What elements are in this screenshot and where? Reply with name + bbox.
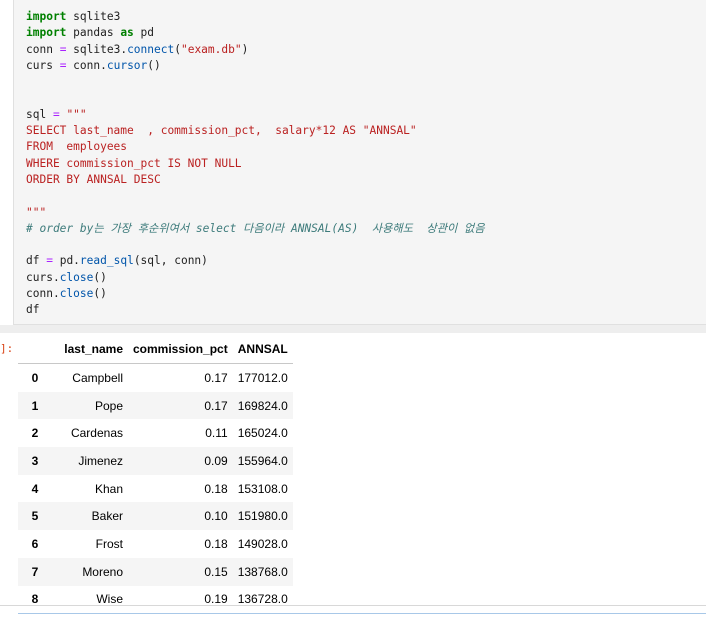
cell-last-name: Campbell xyxy=(72,370,123,385)
code-line-16: df = pd.read_sql(sql, conn) xyxy=(26,254,208,268)
cell-commission-pct: 0.17 xyxy=(204,398,228,413)
next-cell-border xyxy=(18,613,706,614)
cell-commission-pct: 0.10 xyxy=(204,509,228,524)
table-row: 4 Khan 0.18 153108.0 xyxy=(18,475,293,503)
cell-commission-pct: 0.11 xyxy=(205,426,228,441)
dataframe-table: last_name commission_pct ANNSAL 0 Campbe… xyxy=(18,335,293,613)
row-index: 8 xyxy=(31,592,39,607)
table-row: 3 Jimenez 0.09 155964.0 xyxy=(18,447,293,475)
cell-annsal: 177012.0 xyxy=(237,370,288,385)
code-line-19: df xyxy=(26,303,40,317)
sql-string-close: """ xyxy=(26,205,47,219)
cell-last-name: Jimenez xyxy=(78,453,123,468)
row-index: 5 xyxy=(31,509,39,524)
row-index: 3 xyxy=(31,453,39,468)
row-index: 6 xyxy=(31,536,39,551)
table-row: 7 Moreno 0.15 138768.0 xyxy=(18,557,293,586)
cell-annsal: 169824.0 xyxy=(237,398,288,413)
code-comment: # order by는 가장 후순위여서 select 다음이라 ANNSAL(… xyxy=(26,221,485,235)
cell-commission-pct: 0.18 xyxy=(204,536,228,551)
table-row: 0 Campbell 0.17 177012.0 xyxy=(18,364,293,392)
cell-commission-pct: 0.19 xyxy=(204,592,228,607)
code-line-2: import pandas as pd xyxy=(26,26,155,40)
column-header-commission-pct: commission_pct xyxy=(128,335,233,364)
sql-line-order: ORDER BY ANNSAL DESC xyxy=(26,172,161,186)
cell-annsal: 138768.0 xyxy=(237,564,288,579)
table-header-row: last_name commission_pct ANNSAL xyxy=(18,335,293,364)
table-row: 8 Wise 0.19 136728.0 xyxy=(18,586,293,614)
code-editor[interactable]: import sqlite3 import pandas as pd conn … xyxy=(26,9,485,319)
cell-last-name: Cardenas xyxy=(70,426,123,441)
cell-annsal: 151980.0 xyxy=(237,509,288,524)
table-row: 6 Frost 0.18 149028.0 xyxy=(18,530,293,558)
cell-last-name: Frost xyxy=(95,536,123,551)
table-row: 1 Pope 0.17 169824.0 xyxy=(18,391,293,420)
code-cell[interactable]: import sqlite3 import pandas as pd conn … xyxy=(13,0,706,325)
row-index: 2 xyxy=(31,426,39,441)
code-line-18: conn.close() xyxy=(26,287,107,301)
code-line-1: import sqlite3 xyxy=(26,10,121,23)
cell-last-name: Moreno xyxy=(82,564,123,579)
sql-line-where: WHERE commission_pct IS NOT NULL xyxy=(26,156,242,170)
row-index: 0 xyxy=(31,370,39,385)
cell-last-name: Wise xyxy=(96,592,123,607)
sql-line-from: FROM employees xyxy=(26,140,128,154)
table-row: 2 Cardenas 0.11 165024.0 xyxy=(18,419,293,447)
cell-separator xyxy=(0,325,706,333)
row-index: 7 xyxy=(31,564,39,579)
cell-annsal: 153108.0 xyxy=(237,481,288,496)
sql-line-select: SELECT last_name , commission_pct, salar… xyxy=(26,124,417,138)
cell-last-name: Baker xyxy=(91,509,123,524)
cell-annsal: 165024.0 xyxy=(237,426,288,441)
row-index: 1 xyxy=(31,398,39,413)
cell-commission-pct: 0.15 xyxy=(204,564,228,579)
code-line-7: sql = """ xyxy=(26,107,87,121)
column-header-last-name: last_name xyxy=(52,335,128,364)
table-row: 5 Baker 0.10 151980.0 xyxy=(18,502,293,531)
output-prompt: ]: xyxy=(0,342,14,355)
cell-commission-pct: 0.18 xyxy=(204,481,228,496)
cell-annsal: 136728.0 xyxy=(237,592,288,607)
output-bottom-border xyxy=(0,605,706,606)
cell-last-name: Pope xyxy=(94,398,123,413)
code-line-3: conn = sqlite3.connect("exam.db") xyxy=(26,42,249,56)
column-header-annsal: ANNSAL xyxy=(232,335,293,364)
cell-annsal: 155964.0 xyxy=(237,453,288,468)
cell-commission-pct: 0.09 xyxy=(204,453,228,468)
index-header xyxy=(18,335,52,364)
row-index: 4 xyxy=(31,481,39,496)
cell-last-name: Khan xyxy=(94,481,123,496)
code-line-17: curs.close() xyxy=(26,270,107,284)
cell-annsal: 149028.0 xyxy=(237,536,288,551)
code-line-4: curs = conn.cursor() xyxy=(26,58,161,72)
cell-commission-pct: 0.17 xyxy=(204,370,228,385)
